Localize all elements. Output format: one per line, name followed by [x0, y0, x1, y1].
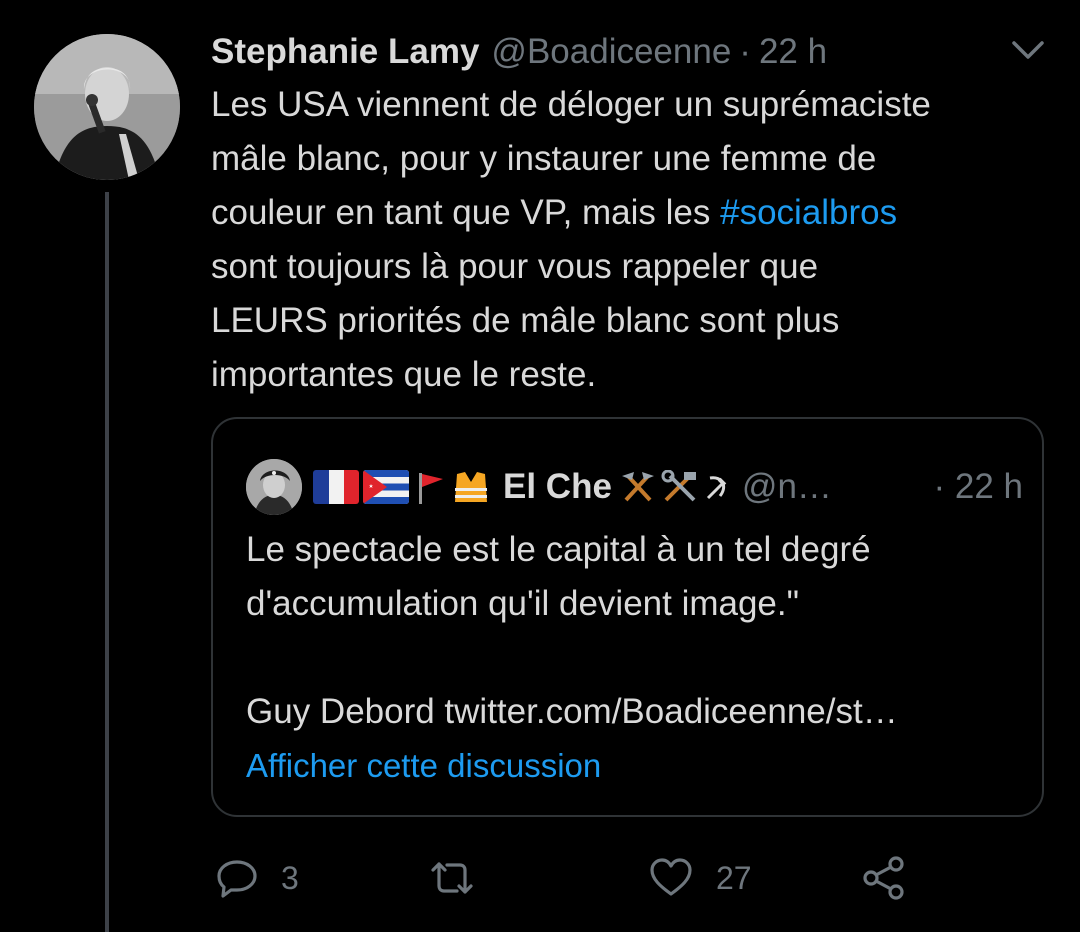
tweet-text-line: sont toujours là pour vous rappeler que — [211, 247, 819, 286]
chevron-down-icon[interactable] — [1010, 38, 1046, 62]
separator-dot: · — [933, 467, 946, 506]
hammer-pick-icon — [618, 470, 658, 504]
quoted-text-line: Le spectacle est le capital à un tel deg… — [246, 530, 871, 569]
tweet-text-line: mâle blanc, pour y instaurer une femme d… — [211, 139, 877, 178]
heart-icon — [648, 856, 694, 900]
quoted-tweet-header: El Che @n… · 22 h — [313, 457, 1023, 517]
like-count: 27 — [716, 859, 752, 896]
quoted-time-label: 22 h — [954, 467, 1023, 506]
red-flag-icon — [413, 470, 447, 504]
safety-vest-icon — [451, 470, 491, 504]
tweet-text-line: importantes que le reste. — [211, 355, 597, 394]
tweet[interactable]: Stephanie Lamy @Boadiceenne · 22 h Les U… — [0, 0, 1080, 932]
quoted-tweet-timestamp[interactable]: · 22 h — [933, 467, 1023, 507]
retweet-icon — [427, 856, 477, 900]
tweet-text-line: couleur en tant que VP, mais les #social… — [211, 186, 1061, 240]
show-thread-link[interactable]: Afficher cette discussion — [246, 747, 601, 785]
quoted-tweet-text: Le spectacle est le capital à un tel deg… — [246, 523, 1036, 739]
tweet-timestamp[interactable]: 22 h — [759, 32, 827, 72]
cuba-flag-icon — [363, 470, 409, 504]
quoted-tweet-card[interactable]: El Che @n… · 22 h Le spectacle est le ca… — [211, 417, 1044, 817]
tweet-text-line: LEURS priorités de mâle blanc sont plus — [211, 301, 840, 340]
hammer-sickle-icon — [702, 470, 732, 504]
tweet-actions: 3 27 — [211, 850, 1051, 906]
quoted-text-line: d'accumulation qu'il devient image." — [246, 584, 800, 623]
author-handle[interactable]: @Boadiceenne — [491, 32, 731, 72]
reply-count: 3 — [281, 859, 299, 896]
hashtag-link[interactable]: #socialbros — [720, 193, 897, 232]
hammer-wrench-icon — [658, 469, 702, 504]
tweet-text: Les USA viennent de déloger un suprémaci… — [211, 78, 1061, 402]
quoted-author-avatar[interactable] — [246, 459, 302, 515]
separator-dot: · — [739, 32, 751, 71]
quoted-text-line — [246, 631, 1036, 685]
retweet-button[interactable] — [427, 850, 499, 906]
like-button[interactable]: 27 — [648, 850, 752, 906]
author-avatar[interactable] — [34, 34, 180, 180]
tweet-text-line: Les USA viennent de déloger un suprémaci… — [211, 85, 931, 124]
tweet-text-fragment: couleur en tant que VP, mais les — [211, 193, 721, 232]
author-display-name[interactable]: Stephanie Lamy — [211, 32, 479, 72]
reply-button[interactable]: 3 — [215, 850, 299, 906]
share-button[interactable] — [861, 850, 907, 906]
thread-line — [105, 192, 109, 932]
france-flag-icon — [313, 470, 359, 504]
tweet-header: Stephanie Lamy @Boadiceenne · 22 h — [211, 28, 827, 76]
quoted-author-display-name[interactable]: El Che — [503, 467, 612, 507]
share-icon — [861, 855, 907, 901]
reply-icon — [215, 856, 259, 900]
quoted-text-line: Guy Debord twitter.com/Boadiceenne/st… — [246, 692, 898, 731]
quoted-author-handle[interactable]: @n… — [742, 467, 832, 507]
